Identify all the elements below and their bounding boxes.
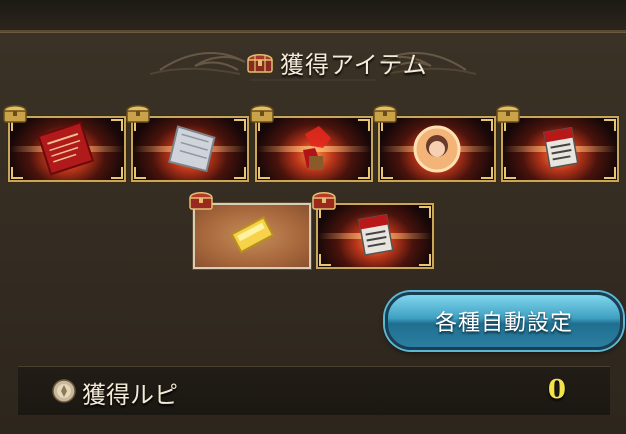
loot-item-red-ticket-2[interactable] xyxy=(316,203,434,269)
gold-chest-badge-icon xyxy=(495,102,521,124)
rupi-coin-icon xyxy=(52,379,76,403)
red-ticket-icon xyxy=(358,213,394,256)
character-orb-icon xyxy=(413,125,461,173)
treasure-chest-icon xyxy=(246,50,274,74)
loot-item-summon-orb[interactable] xyxy=(378,116,496,182)
header-title-group: 獲得アイテム xyxy=(246,46,428,79)
red-chest-badge-icon xyxy=(311,189,337,211)
loot-item-silver-scale[interactable] xyxy=(131,116,249,182)
header-title: 獲得アイテム xyxy=(280,50,428,79)
gold-chest-badge-icon xyxy=(2,102,28,124)
red-crystal-icon xyxy=(303,126,331,170)
rupi-label: 獲得ルピ xyxy=(82,381,178,409)
red-chest-badge-icon xyxy=(188,189,214,211)
loot-item-red-crystal-shard[interactable] xyxy=(255,116,373,182)
loot-item-red-ticket[interactable] xyxy=(501,116,619,182)
loot-header: 獲得アイテム xyxy=(150,40,476,84)
gold-chest-badge-icon xyxy=(125,102,151,124)
top-strip xyxy=(0,0,626,30)
red-scroll-icon xyxy=(37,121,95,176)
gold-bar-icon xyxy=(230,216,275,254)
silver-scale-icon xyxy=(168,125,216,173)
rupi-bar: 獲得ルピ 0 xyxy=(18,366,610,415)
loot-item-red-scroll[interactable] xyxy=(8,116,126,182)
rupi-value: 0 xyxy=(547,375,566,405)
auto-settings-button[interactable]: 各種自動設定 xyxy=(385,292,623,350)
gold-chest-badge-icon xyxy=(249,102,275,124)
loot-item-gold-bar[interactable] xyxy=(193,203,311,269)
red-ticket-icon xyxy=(543,126,579,169)
gold-chest-badge-icon xyxy=(372,102,398,124)
